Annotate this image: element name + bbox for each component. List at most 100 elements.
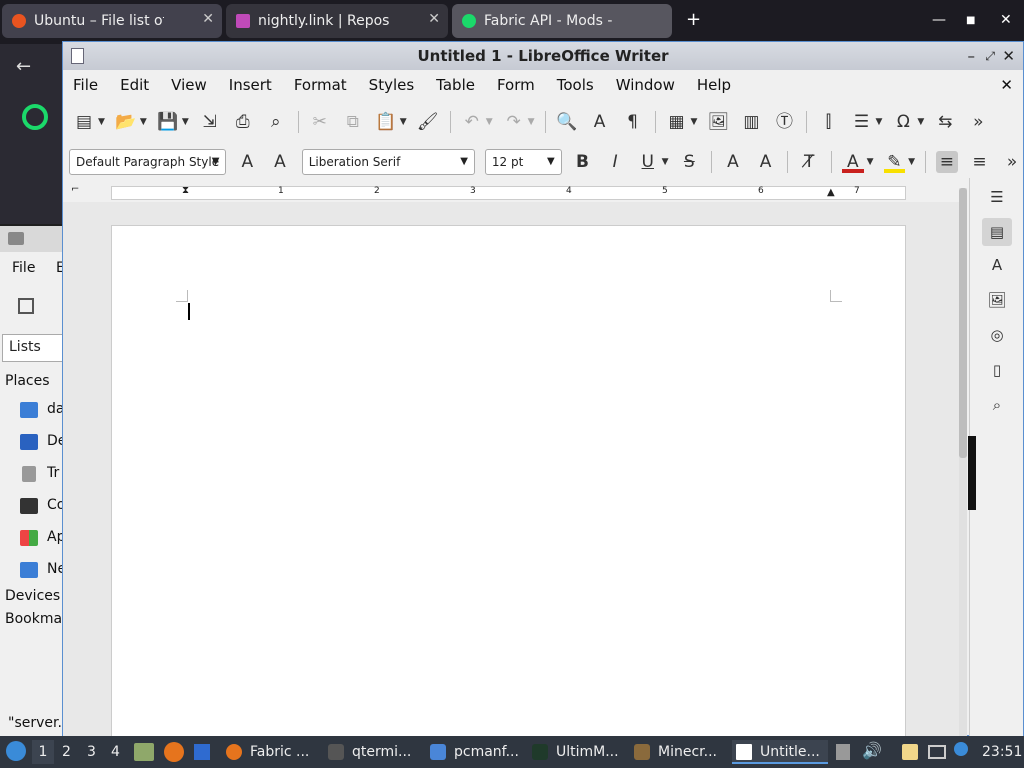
underline-dropdown-icon[interactable]: ▼ bbox=[662, 157, 669, 167]
maximize-icon[interactable]: ■ bbox=[966, 15, 975, 26]
insert-image-icon[interactable]: 🖼 bbox=[707, 111, 730, 133]
workspace-2[interactable]: 2 bbox=[62, 740, 71, 764]
insert-textbox-icon[interactable]: Ⓣ bbox=[773, 111, 795, 133]
menu-view[interactable]: View bbox=[171, 76, 207, 94]
workspace-4[interactable]: 4 bbox=[111, 740, 120, 764]
bold-icon[interactable]: B bbox=[572, 151, 594, 173]
save-icon[interactable]: 💾 bbox=[157, 111, 179, 133]
side-pane-selector[interactable]: Lists bbox=[2, 334, 64, 362]
underline-icon[interactable]: U bbox=[637, 151, 659, 173]
more-options-icon[interactable]: » bbox=[1001, 151, 1023, 173]
paste-dropdown-icon[interactable]: ▼ bbox=[400, 117, 407, 127]
font-color-icon[interactable]: A bbox=[841, 151, 864, 173]
table-dropdown-icon[interactable]: ▼ bbox=[691, 117, 698, 127]
menu-form[interactable]: Form bbox=[497, 76, 535, 94]
menu-window[interactable]: Window bbox=[616, 76, 675, 94]
desktop-launcher-icon[interactable] bbox=[194, 744, 210, 760]
browser-tab-nightly[interactable]: nightly.link | Repository A ✕ bbox=[226, 4, 448, 38]
close-tab-icon[interactable]: ✕ bbox=[202, 11, 214, 27]
menu-file[interactable]: File bbox=[73, 76, 98, 94]
left-indent-marker-icon[interactable]: ⧗ bbox=[182, 185, 189, 196]
undo-icon[interactable]: ↶ bbox=[461, 111, 483, 133]
menu-insert[interactable]: Insert bbox=[229, 76, 272, 94]
horizontal-ruler[interactable]: ⧗ ▲ 1 2 3 4 5 6 7 bbox=[111, 185, 906, 200]
document-page[interactable] bbox=[111, 225, 906, 745]
find-replace-icon[interactable]: 🔍 bbox=[556, 111, 578, 133]
network-icon[interactable] bbox=[928, 745, 946, 759]
browser-tab-fabric[interactable]: Fabric API - Mods - Modri bbox=[452, 4, 672, 38]
formatting-marks-icon[interactable]: ¶ bbox=[622, 111, 644, 133]
open-dropdown-icon[interactable]: ▼ bbox=[140, 117, 147, 127]
insert-table-icon[interactable]: ▦ bbox=[666, 111, 688, 133]
minimize-icon[interactable]: — bbox=[932, 12, 946, 28]
open-folder-icon[interactable]: 📂 bbox=[115, 111, 137, 133]
undo-dropdown-icon[interactable]: ▼ bbox=[486, 117, 493, 127]
update-notifier-icon[interactable] bbox=[954, 742, 968, 756]
workspace-3[interactable]: 3 bbox=[87, 740, 96, 764]
menu-format[interactable]: Format bbox=[294, 76, 347, 94]
menu-edit[interactable]: Edit bbox=[120, 76, 149, 94]
new-dropdown-icon[interactable]: ▼ bbox=[98, 117, 105, 127]
workspace-1[interactable]: 1 bbox=[32, 740, 54, 764]
vertical-scrollbar[interactable] bbox=[959, 188, 967, 737]
superscript-icon[interactable]: A bbox=[722, 151, 744, 173]
special-character-icon[interactable]: Ω bbox=[892, 111, 914, 133]
field-dropdown-icon[interactable]: ▼ bbox=[875, 117, 882, 127]
save-dropdown-icon[interactable]: ▼ bbox=[182, 117, 189, 127]
subscript-icon[interactable]: A bbox=[755, 151, 777, 173]
tab-stop-selector-icon[interactable]: ⌐ bbox=[71, 184, 79, 195]
menu-tools[interactable]: Tools bbox=[557, 76, 594, 94]
insert-field-icon[interactable]: ☰ bbox=[850, 111, 872, 133]
task-pcmanfm[interactable]: pcmanf... bbox=[426, 740, 526, 764]
highlight-dropdown-icon[interactable]: ▼ bbox=[908, 157, 915, 167]
cut-icon[interactable]: ✂ bbox=[309, 111, 331, 133]
task-firefox[interactable]: Fabric ... bbox=[222, 740, 322, 764]
sidebar-menu-icon[interactable]: ☰ bbox=[987, 188, 1007, 208]
menu-styles[interactable]: Styles bbox=[369, 76, 415, 94]
right-indent-marker-icon[interactable]: ▲ bbox=[827, 187, 835, 198]
manage-changes-icon[interactable]: ⌕ bbox=[987, 396, 1007, 416]
export-pdf-icon[interactable]: ⇲ bbox=[199, 111, 221, 133]
new-tab-button[interactable]: + bbox=[686, 9, 701, 30]
new-window-icon[interactable] bbox=[18, 298, 34, 314]
start-menu-icon[interactable] bbox=[6, 741, 26, 761]
redo-dropdown-icon[interactable]: ▼ bbox=[528, 117, 535, 127]
redo-icon[interactable]: ↷ bbox=[503, 111, 525, 133]
update-style-icon[interactable]: A bbox=[236, 151, 258, 173]
more-options-icon[interactable]: » bbox=[967, 111, 989, 133]
gallery-icon[interactable]: 🖼 bbox=[987, 291, 1007, 311]
new-document-icon[interactable]: ▤ bbox=[73, 111, 95, 133]
page-icon[interactable]: ▯ bbox=[987, 361, 1007, 381]
clock[interactable]: 23:51 bbox=[982, 744, 1022, 760]
navigator-icon[interactable]: ◎ bbox=[987, 326, 1007, 346]
strikethrough-icon[interactable]: S bbox=[679, 151, 701, 173]
new-style-icon[interactable]: A bbox=[269, 151, 291, 173]
tray-arrow-icon[interactable] bbox=[836, 744, 850, 760]
font-color-dropdown-icon[interactable]: ▼ bbox=[867, 157, 874, 167]
highlight-color-icon[interactable]: ✎ bbox=[883, 151, 906, 173]
close-document-icon[interactable]: ✕ bbox=[1000, 76, 1013, 94]
print-icon[interactable]: ⎙ bbox=[232, 111, 254, 133]
print-preview-icon[interactable]: ⌕ bbox=[265, 111, 287, 133]
align-left-icon[interactable]: ≡ bbox=[936, 151, 958, 173]
close-tab-icon[interactable]: ✕ bbox=[428, 11, 440, 27]
task-writer[interactable]: Untitle... bbox=[732, 740, 828, 764]
close-window-icon[interactable]: ✕ bbox=[1000, 12, 1012, 28]
insert-page-break-icon[interactable]: ⫿ bbox=[817, 111, 839, 133]
restore-icon[interactable]: ⤢ bbox=[985, 42, 995, 70]
properties-icon[interactable]: ▤ bbox=[982, 218, 1012, 246]
insert-chart-icon[interactable]: ▥ bbox=[740, 111, 762, 133]
italic-icon[interactable]: I bbox=[604, 151, 626, 173]
sidebar-collapse-handle[interactable] bbox=[968, 436, 976, 510]
styles-icon[interactable]: A bbox=[987, 256, 1007, 276]
minimize-icon[interactable]: – bbox=[968, 42, 976, 70]
clone-formatting-icon[interactable]: 🖌 bbox=[417, 111, 439, 133]
paste-icon[interactable]: 📋 bbox=[375, 111, 397, 133]
spelling-icon[interactable]: A bbox=[589, 111, 611, 133]
clear-formatting-icon[interactable]: T̸ bbox=[798, 151, 820, 173]
copy-icon[interactable]: ⧉ bbox=[342, 111, 364, 133]
menu-table[interactable]: Table bbox=[436, 76, 475, 94]
close-window-icon[interactable]: ✕ bbox=[1002, 42, 1015, 70]
firefox-launcher-icon[interactable] bbox=[164, 742, 184, 762]
browser-tab-ubuntu[interactable]: Ubuntu – File list of pack ✕ bbox=[2, 4, 222, 38]
